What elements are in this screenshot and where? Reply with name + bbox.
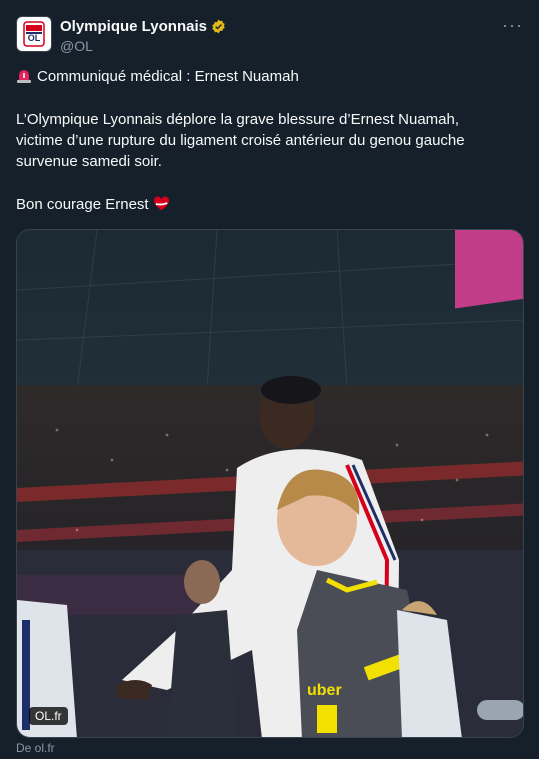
- media-domain-label: OL.fr: [29, 707, 68, 725]
- avatar[interactable]: OL: [16, 16, 52, 52]
- link-source[interactable]: De ol.fr: [16, 741, 55, 755]
- post-title: Communiqué médical : Ernest Nuamah: [37, 68, 299, 85]
- post-closing-line: Bon courage Ernest: [16, 194, 521, 215]
- ol-crest-icon: OL: [23, 21, 45, 47]
- post-header: OL Olympique Lyonnais @OL ···: [16, 16, 523, 56]
- svg-text:OL: OL: [28, 33, 41, 43]
- author-display-name[interactable]: Olympique Lyonnais: [60, 18, 207, 35]
- post-body-line: survenue samedi soir.: [16, 153, 162, 170]
- author-name-row: Olympique Lyonnais: [60, 18, 226, 35]
- post-title-line: Communiqué médical : Ernest Nuamah: [16, 66, 521, 87]
- red-white-heart-icon: [153, 196, 169, 211]
- post-closing: Bon courage Ernest: [16, 196, 149, 213]
- post-text: Communiqué médical : Ernest Nuamah L’Oly…: [16, 66, 521, 215]
- verified-badge-icon: [212, 19, 225, 34]
- rotating-light-siren-icon: [17, 70, 31, 83]
- jersey-sponsor-text: uber: [307, 682, 342, 699]
- post-body-line: victime d’une rupture du ligament croisé…: [16, 132, 465, 149]
- more-options-icon[interactable]: ···: [502, 16, 523, 34]
- author-handle[interactable]: @OL: [60, 38, 93, 54]
- stadium-photo: uber: [17, 230, 523, 737]
- post-media-image[interactable]: uber OL.fr: [16, 229, 524, 738]
- post-body-line: L’Olympique Lyonnais déplore la grave bl…: [16, 111, 460, 128]
